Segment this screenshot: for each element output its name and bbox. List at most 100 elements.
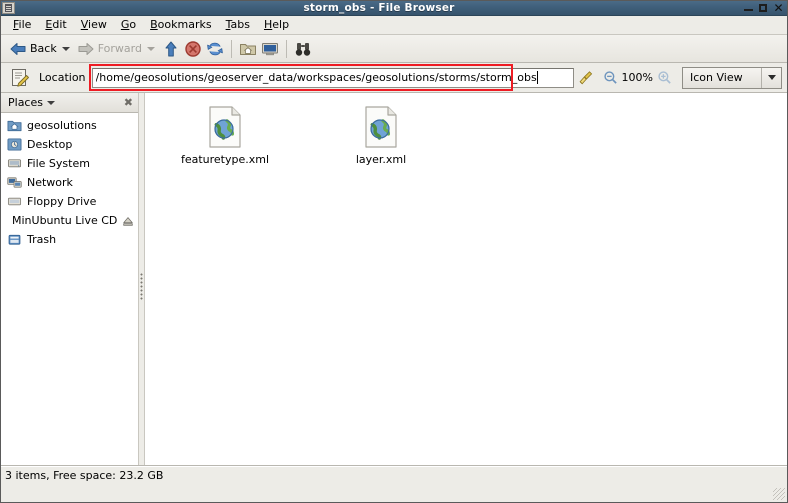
sidebar-item-label: Floppy Drive [27,195,97,208]
forward-label: Forward [97,42,142,55]
xml-document-icon [365,106,397,148]
floppy-drive-icon [7,197,22,206]
menu-tabs-label: abs [230,18,250,31]
stop-button[interactable] [182,37,204,61]
up-arrow-icon [165,41,177,56]
sidebar-item-label: File System [27,157,90,170]
drive-icon [7,159,22,168]
sidebar-item-file-system[interactable]: File System [1,154,138,173]
clear-location-button[interactable] [577,69,595,87]
window-controls: ✕ [743,2,787,14]
reload-button[interactable] [204,37,226,61]
places-title-label: Places [8,96,43,109]
resize-grip[interactable] [773,488,785,500]
view-mode-select[interactable]: Icon View [682,66,782,89]
location-input-value: /home/geosolutions/geoserver_data/worksp… [95,71,537,84]
sidebar-item-label: Desktop [27,138,73,151]
toolbar-separator-1 [230,39,232,58]
menu-view-mnemonic: V [80,18,89,31]
menu-go-label: o [129,18,137,31]
location-entry-icon [12,68,29,87]
file-browser-window: storm_obs - File Browser ✕ File Edit Vie… [0,0,788,503]
menu-tabs[interactable]: Tabs [219,17,257,33]
menu-bookmarks-label: ookmarks [157,18,212,31]
trash-icon [8,234,21,245]
home-icon [239,43,256,55]
xml-document-icon [209,106,241,148]
menu-help-label: elp [272,18,290,31]
file-item[interactable]: featuretype.xml [175,105,275,166]
chevron-down-icon [767,75,776,80]
location-label: Location [39,71,86,84]
sidebar-item-network[interactable]: Network [1,173,138,192]
maximize-button[interactable] [758,2,769,14]
home-folder-icon [7,120,22,132]
location-bar: Location /home/geosolutions/geoserver_da… [1,63,787,93]
broom-icon [579,70,592,84]
window-menu-icon [5,4,12,12]
forward-button[interactable]: Forward [75,37,144,61]
sidebar-item-desktop[interactable]: Desktop [1,135,138,154]
zoom-out-icon[interactable] [603,70,618,85]
places-list: geosolutions Desktop File System Network… [1,113,138,249]
places-selector[interactable]: Places [8,96,55,109]
view-mode-dropdown[interactable] [761,67,781,88]
back-button[interactable]: Back [7,37,59,61]
menu-help[interactable]: Help [257,17,296,33]
eject-icon[interactable] [122,215,134,227]
menu-go[interactable]: Go [114,17,143,33]
sidebar-item-label: geosolutions [27,119,97,132]
back-arrow-icon [10,42,26,55]
text-cursor [536,71,538,84]
location-input[interactable]: /home/geosolutions/geoserver_data/worksp… [91,67,574,88]
search-button[interactable] [292,37,314,61]
stop-icon [185,40,201,57]
sidebar-item-minubuntu-live-cd[interactable]: MinUbuntu Live CD [1,211,138,230]
menu-file-label: ile [18,18,32,31]
main-content: Places ✖ geosolutions Desktop File Syste… [1,93,787,466]
menu-bookmarks[interactable]: Bookmarks [143,17,218,33]
close-button[interactable]: ✕ [773,2,784,14]
menu-help-mnemonic: H [263,18,273,31]
status-bar: 3 items, Free space: 23.2 GB [1,466,787,500]
file-list-pane[interactable]: featuretype.xml layer.xml [145,93,787,465]
back-dropdown-icon[interactable] [61,46,70,51]
menu-bar: File Edit View Go Bookmarks Tabs Help [1,16,787,35]
up-button[interactable] [160,37,182,61]
status-text: 3 items, Free space: 23.2 GB [5,469,164,482]
close-sidebar-button[interactable]: ✖ [124,97,133,108]
window-title: storm_obs - File Browser [303,2,455,14]
back-label: Back [30,42,57,55]
home-button[interactable] [237,37,259,61]
zoom-controls: 100% [603,70,672,85]
minimize-button[interactable] [743,2,754,14]
places-sidebar: Places ✖ geosolutions Desktop File Syste… [1,93,139,465]
places-header: Places ✖ [1,93,138,113]
zoom-in-icon[interactable] [657,70,672,85]
sidebar-item-trash[interactable]: Trash [1,230,138,249]
desktop-icon [7,138,22,151]
sidebar-item-floppy-drive[interactable]: Floppy Drive [1,192,138,211]
title-bar: storm_obs - File Browser ✕ [1,1,787,16]
menu-view[interactable]: View [74,17,114,33]
file-item[interactable]: layer.xml [331,105,431,166]
chevron-down-icon [46,100,55,105]
menu-edit[interactable]: Edit [38,17,73,33]
forward-dropdown-icon[interactable] [146,46,155,51]
splitter-grip [140,273,143,301]
computer-icon [261,42,278,55]
file-name: featuretype.xml [180,153,270,166]
reload-icon [207,42,223,55]
toolbar-separator-2 [285,39,287,58]
sidebar-item-geosolutions[interactable]: geosolutions [1,116,138,135]
zoom-level: 100% [621,71,653,84]
menu-file[interactable]: File [6,17,38,33]
menu-bookmarks-mnemonic: B [150,18,158,31]
window-menu-button[interactable] [2,2,15,14]
sidebar-item-label: Network [27,176,73,189]
view-mode-label: Icon View [690,71,743,84]
network-icon [7,177,22,188]
file-name: layer.xml [355,153,407,166]
computer-button[interactable] [259,37,281,61]
sidebar-item-label: MinUbuntu Live CD [12,214,118,227]
